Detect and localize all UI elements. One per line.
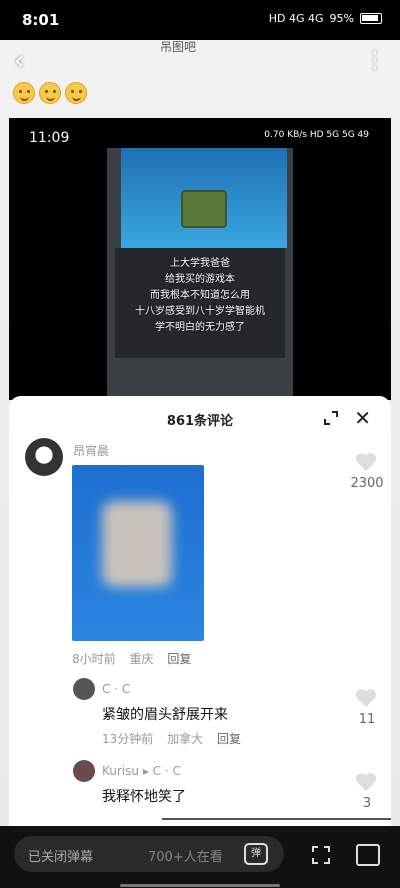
danmu-placeholder: 已关闭弹幕: [28, 850, 94, 865]
reply-meta: 13分钟前 加拿大 回复: [102, 730, 251, 747]
like-count: 11: [358, 712, 376, 727]
expand-icon[interactable]: [323, 410, 339, 426]
reply-location: 加拿大: [167, 732, 204, 746]
status-bar: 8:01 HD 4G 4G 95%: [0, 0, 400, 40]
more-icon[interactable]: ⋮: [364, 48, 386, 73]
video-frame[interactable]: 上大学我爸爸 给我买的游戏本 而我根本不知道怎么用 十八岁感受到八十岁学智能机 …: [107, 148, 293, 398]
close-icon[interactable]: ✕: [354, 406, 371, 430]
forum-name[interactable]: 吊图吧: [160, 38, 196, 55]
danmu-input[interactable]: 已关闭弹幕 700+人在看 弹: [14, 836, 284, 872]
network-indicator: HD 4G 4G: [268, 12, 324, 25]
smile-emoji-icon: [65, 82, 87, 104]
floating-window-icon[interactable]: [356, 844, 380, 866]
avatar[interactable]: [73, 760, 95, 782]
fullscreen-icon[interactable]: [312, 846, 330, 864]
inner-status-icons: 0.70 KB/s HD 5G 5G 49: [264, 130, 369, 140]
status-icons: HD 4G 4G 95%: [269, 12, 382, 25]
smile-emoji-icon: [39, 82, 61, 104]
status-time: 8:01: [22, 11, 60, 29]
comment-location: 重庆: [129, 652, 154, 666]
smile-emoji-icon: [13, 82, 35, 104]
video-progress-bar[interactable]: [9, 818, 391, 820]
reply-username: Kurisu ▸ C · C: [102, 764, 181, 778]
battery-icon: [360, 13, 382, 24]
comment-sheet: 861条评论 ✕ 昂宵晨 8小时前 重庆 回复 2300 C · C 紧皱的眉头…: [9, 396, 391, 826]
comment-username[interactable]: 昂宵晨: [73, 442, 109, 459]
reply-button[interactable]: 回复: [217, 732, 241, 746]
like-count: 3: [362, 796, 372, 811]
reply-button[interactable]: 回复: [167, 652, 191, 666]
video-caption: 上大学我爸爸 给我买的游戏本 而我根本不知道怎么用 十八岁感受到八十岁学智能机 …: [135, 258, 265, 333]
like-count: 2300: [350, 476, 384, 491]
laptop-screen: [121, 148, 287, 248]
embedded-screenshot: 11:09 0.70 KB/s HD 5G 5G 49 上大学我爸爸 给我买的游…: [9, 118, 391, 400]
battery-percent: 95%: [329, 12, 354, 25]
inner-status-time: 11:09: [29, 130, 70, 146]
like-icon[interactable]: [355, 772, 377, 792]
avatar[interactable]: [25, 438, 63, 476]
progress-fill: [9, 818, 162, 820]
back-icon[interactable]: ‹: [14, 48, 38, 74]
comment-image[interactable]: [72, 465, 204, 641]
comment-meta: 8小时前 重庆 回复: [72, 650, 201, 667]
comment-time: 8小时前: [72, 652, 116, 666]
like-icon[interactable]: [355, 452, 377, 472]
reply-text: 紧皱的眉头舒展开来: [102, 707, 228, 723]
treasure-chest-image: [181, 190, 227, 228]
avatar[interactable]: [73, 678, 95, 700]
like-icon[interactable]: [355, 688, 377, 708]
danmu-toggle-icon[interactable]: 弹: [244, 843, 268, 865]
bottom-bar: 已关闭弹幕 700+人在看 弹: [0, 826, 400, 888]
home-indicator: [120, 884, 280, 887]
reply-text: 我释怀地笑了: [102, 789, 186, 805]
top-bar: ‹ 吊图吧 ⋮: [0, 40, 400, 84]
viewer-count: 700+人在看: [148, 850, 223, 865]
reply-time: 13分钟前: [102, 732, 154, 746]
reply-username[interactable]: C · C: [102, 682, 130, 696]
